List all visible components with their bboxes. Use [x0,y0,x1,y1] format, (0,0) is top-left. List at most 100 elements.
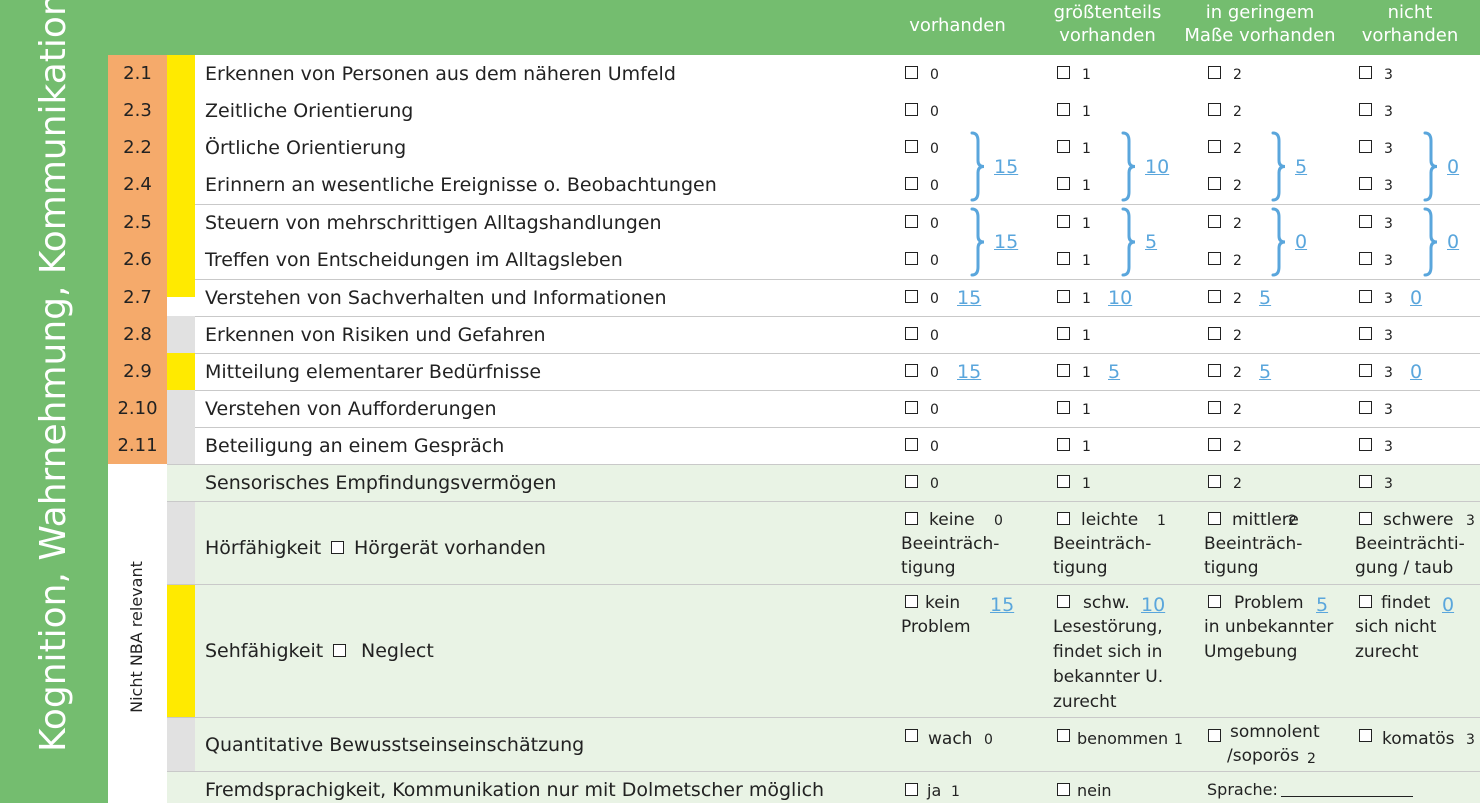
seh-option-word: Problem [1234,593,1304,613]
seh-option-line: Problem [901,617,971,637]
score-link[interactable]: 15 [957,361,981,383]
row-divider [195,316,1480,317]
somnolent-checkbox[interactable] [1208,729,1221,742]
row-divider [167,584,1480,585]
marker-yellow [167,584,195,717]
option-checkbox[interactable] [1359,400,1372,414]
option-score-label: 2 [1233,401,1242,418]
row-label: Mitteilung elementarer Bedürfnisse [205,360,542,383]
benommen-score: 1 [1174,732,1183,748]
hoer-option-line: tigung [1204,558,1259,578]
marker-grey [167,501,195,584]
marker-grey [167,717,195,771]
option-checkbox[interactable] [1359,326,1372,340]
seh-option-line: zurecht [1355,642,1419,662]
option-checkbox[interactable] [905,326,918,340]
curly-brace [1121,131,1136,202]
row-label: Sensorisches Empfindungsvermögen [205,471,557,494]
hoer-checkbox[interactable] [1359,512,1372,525]
option-checkbox[interactable] [905,363,918,377]
hoer-option-line: Beeinträch- [1053,534,1152,554]
option-checkbox[interactable] [1057,363,1070,377]
seh-checkbox[interactable] [1359,595,1372,608]
seh-option-word: schw. [1083,593,1130,613]
seh-score-link[interactable]: 10 [1141,594,1165,616]
curly-brace [1271,131,1286,202]
seh-score-link[interactable]: 5 [1316,594,1328,616]
option-checkbox[interactable] [905,400,918,414]
wach-label: wach [928,729,973,749]
option-checkbox[interactable] [1208,400,1221,414]
somnolent-score: 2 [1307,751,1316,767]
option-checkbox[interactable] [905,474,918,488]
soporoes-label: /soporös [1227,746,1300,766]
wach-checkbox[interactable] [905,729,918,742]
ja-label: ja [927,781,942,800]
option-checkbox[interactable] [1359,437,1372,451]
curly-brace [970,207,985,277]
hoer-option-word: leichte [1081,510,1139,530]
score-link[interactable]: 5 [1259,361,1271,383]
seh-option-line: in unbekannter [1204,617,1334,637]
benommen-checkbox[interactable] [1057,729,1070,742]
seh-score-link[interactable]: 0 [1442,594,1454,616]
seh-option-line: bekannter U. [1053,667,1164,687]
seh-checkbox[interactable] [905,595,918,608]
hoergeraet-checkbox[interactable] [331,541,344,554]
neglect-checkbox[interactable] [333,644,346,657]
option-score-label: 0 [930,364,939,381]
row-id: 2.9 [123,360,152,382]
komatoes-label: komatös [1382,729,1455,749]
option-score-label: 1 [1082,401,1091,418]
score-link[interactable]: 0 [1410,361,1422,383]
hoer-checkbox[interactable] [1057,512,1070,525]
hoer-checkbox[interactable] [905,512,918,525]
option-score-label: 1 [1082,327,1091,344]
option-score-label: 2 [1233,364,1242,381]
option-checkbox[interactable] [1359,363,1372,377]
option-score-label: 1 [1082,364,1091,381]
seh-checkbox[interactable] [1208,595,1221,608]
option-checkbox[interactable] [1208,437,1221,451]
seh-checkbox[interactable] [1057,595,1070,608]
ja-checkbox[interactable] [905,783,918,796]
seh-score-link[interactable]: 15 [990,594,1014,616]
option-checkbox[interactable] [1057,400,1070,414]
nein-checkbox[interactable] [1057,783,1070,796]
option-checkbox[interactable] [1057,474,1070,488]
ja-score: 1 [951,784,960,800]
option-checkbox[interactable] [905,437,918,451]
side-subtitle: Nicht NBA relevant [127,561,146,713]
option-checkbox[interactable] [1208,326,1221,340]
komatoes-checkbox[interactable] [1359,729,1372,742]
option-score-label: 2 [1233,327,1242,344]
seh-option-line: Umgebung [1204,642,1298,662]
hoer-option-line: tigung [901,558,956,578]
seh-label: Sehfähigkeit [205,640,324,662]
seh-option-word: findet [1381,593,1431,613]
hoer-checkbox[interactable] [1208,512,1221,525]
sprache-label: Sprache: [1207,780,1278,799]
option-checkbox[interactable] [1208,474,1221,488]
option-score-label: 3 [1384,327,1393,344]
benommen-label: benommen [1077,729,1169,748]
option-checkbox[interactable] [1208,363,1221,377]
option-checkbox[interactable] [1057,437,1070,451]
row-id: 2.8 [123,323,152,345]
score-braces [970,131,1438,277]
row-id: 2.11 [117,434,158,456]
hoer-option-line: gung / taub [1355,558,1454,578]
score-link[interactable]: 5 [1108,361,1120,383]
option-score-label: 0 [930,327,939,344]
row-id: 2.10 [117,397,158,419]
marker-grey [167,316,195,353]
hoer-option-score: 0 [994,513,1003,529]
option-score-label: 0 [930,438,939,455]
option-checkbox[interactable] [1057,326,1070,340]
sprache-input-line[interactable] [1281,796,1413,797]
option-score-label: 3 [1384,364,1393,381]
option-checkbox[interactable] [1359,474,1372,488]
seh-option-line: Lesestörung, [1053,617,1163,637]
hoer-option-score: 2 [1288,513,1297,529]
nein-label: nein [1077,781,1112,800]
